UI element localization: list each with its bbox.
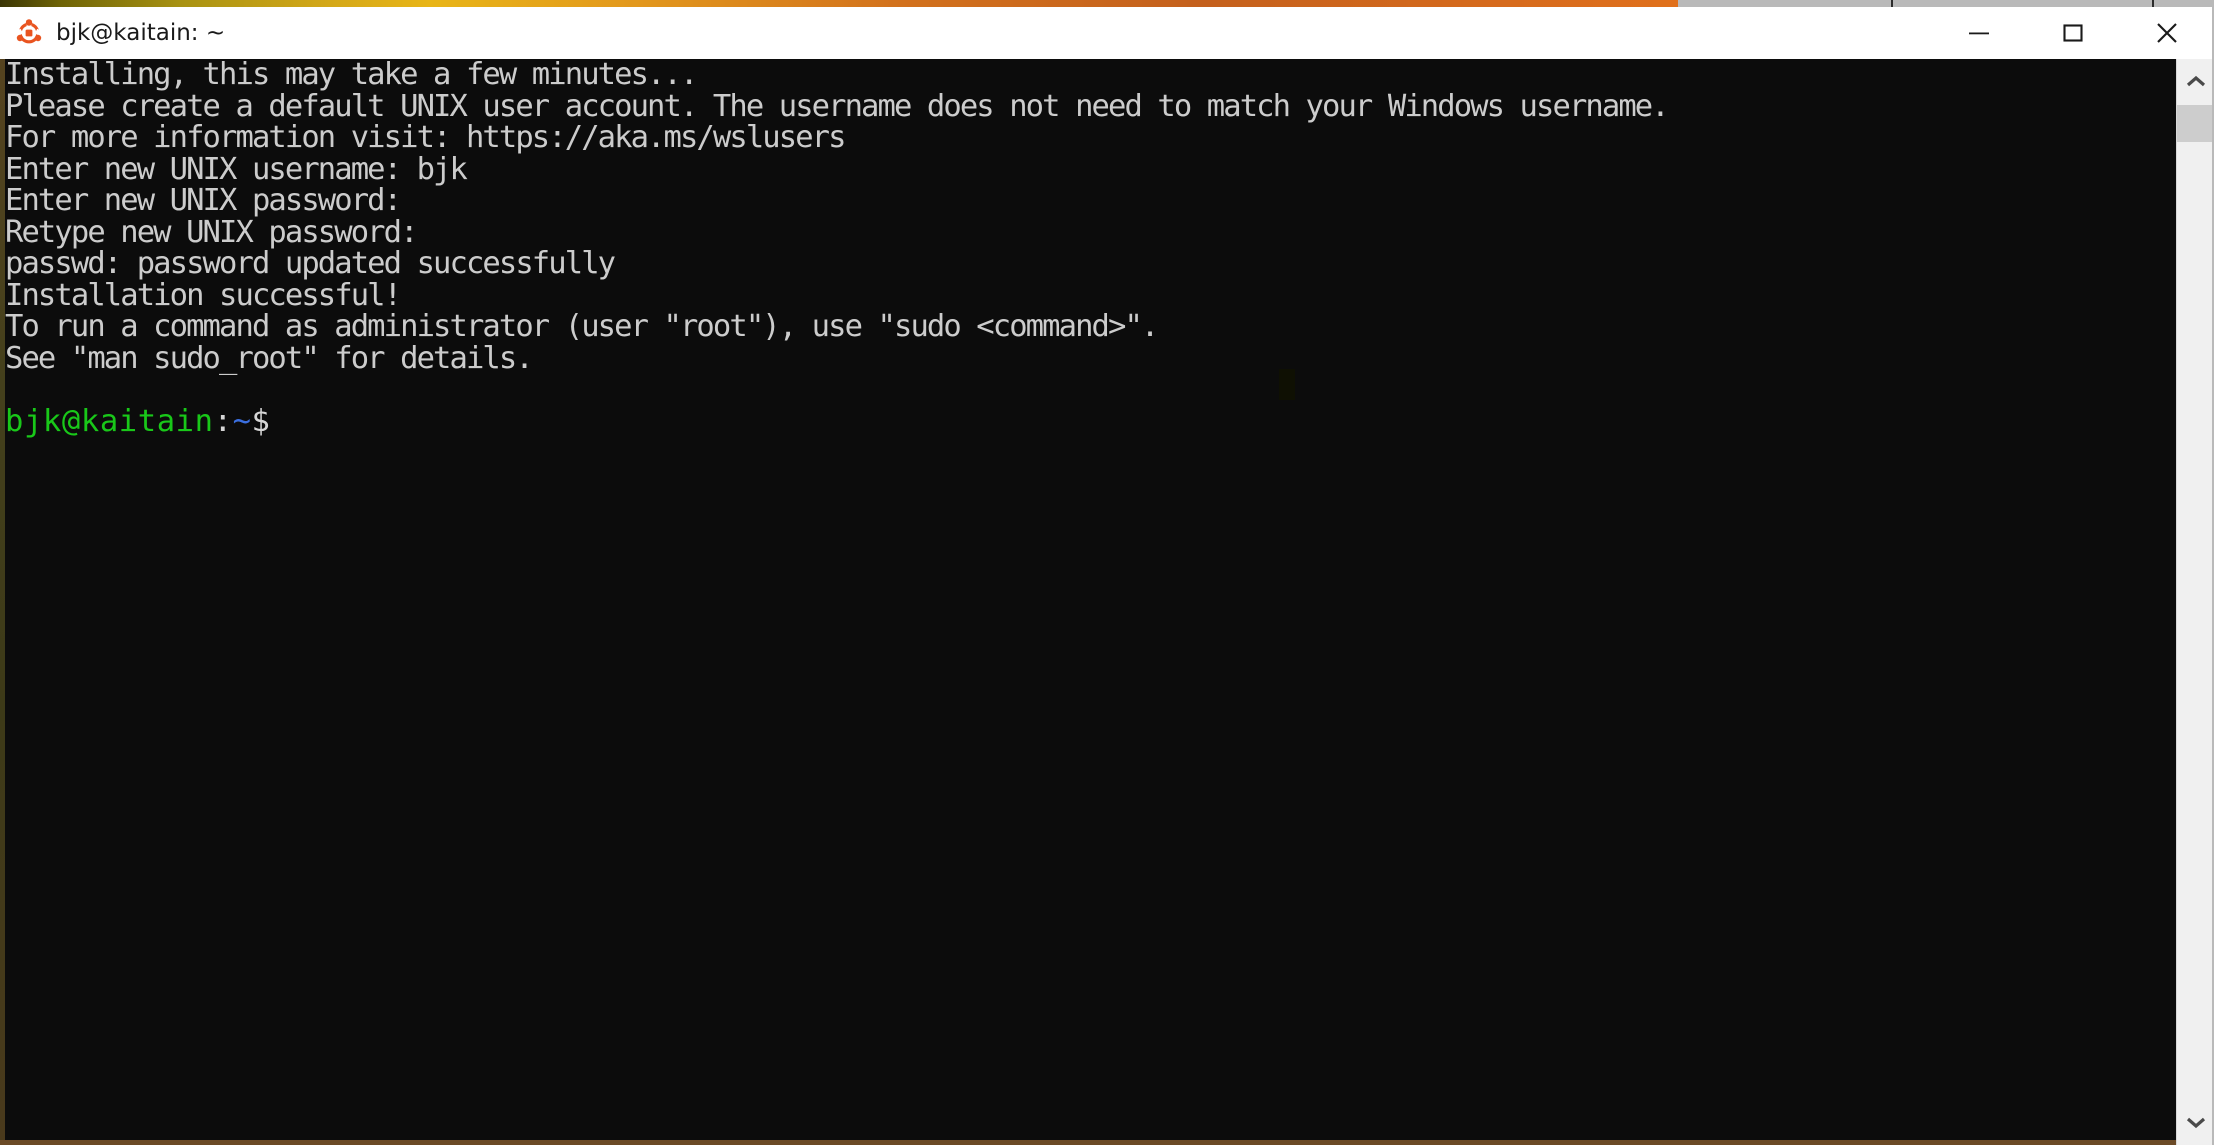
scrollbar-down-button[interactable]: [2177, 1099, 2214, 1145]
terminal-line: passwd: password updated successfully: [5, 246, 616, 281]
terminal-line: Installation successful!: [5, 277, 402, 313]
prompt-user-host: bjk@kaitain: [5, 403, 214, 439]
maximize-icon: [2063, 24, 2083, 42]
prompt-path: ~: [232, 403, 252, 439]
scrollbar-up-button[interactable]: [2177, 59, 2214, 105]
strip-tick-mark: [1891, 0, 1893, 7]
accent-strip-gradient: [0, 0, 1678, 7]
chevron-up-icon: [2186, 75, 2206, 87]
ubuntu-logo-icon: [14, 18, 44, 48]
prompt-sigil: $: [251, 403, 271, 439]
title-bar[interactable]: bjk@kaitain: ~: [0, 7, 2214, 59]
residual-cursor-artifact: [1279, 369, 1295, 400]
prompt-colon: :: [213, 403, 233, 439]
chevron-down-icon: [2186, 1117, 2206, 1129]
close-button[interactable]: [2120, 7, 2214, 59]
minimize-button[interactable]: [1932, 7, 2026, 59]
title-bar-left: bjk@kaitain: ~: [0, 18, 1932, 48]
terminal-bottom-border: [0, 1140, 2176, 1145]
terminal-line: Please create a default UNIX user accoun…: [5, 88, 1670, 124]
terminal-output: Installing, this may take a few minutes.…: [5, 59, 2176, 437]
window-controls: [1932, 7, 2214, 59]
terminal-line: To run a command as administrator (user …: [5, 309, 1159, 344]
terminal-line: Installing, this may take a few minutes.…: [5, 59, 698, 92]
terminal-area: Installing, this may take a few minutes.…: [0, 59, 2214, 1145]
minimize-icon: [1969, 32, 1989, 35]
close-icon: [2157, 23, 2177, 43]
window-title: bjk@kaitain: ~: [56, 20, 226, 46]
scrollbar-thumb[interactable]: [2177, 105, 2214, 142]
terminal-line: See "man sudo_root" for details.: [5, 340, 534, 376]
vertical-scrollbar[interactable]: [2176, 59, 2214, 1145]
maximize-button[interactable]: [2026, 7, 2120, 59]
window-top-accent-strip: [0, 0, 2214, 7]
terminal-line: Retype new UNIX password:: [5, 214, 418, 250]
terminal-window: bjk@kaitain: ~ Installing, this may take…: [0, 7, 2214, 1145]
terminal-line: For more information visit: https://aka.…: [5, 120, 846, 155]
shell-prompt-line[interactable]: bjk@kaitain:~$: [5, 403, 2176, 439]
terminal-line: Enter new UNIX username: bjk: [5, 151, 468, 187]
terminal-screen[interactable]: Installing, this may take a few minutes.…: [5, 59, 2176, 1145]
accent-strip-remainder: [1678, 0, 2214, 7]
scrollbar-track[interactable]: [2177, 105, 2214, 1099]
strip-tick-mark: [2152, 0, 2154, 7]
terminal-line: Enter new UNIX password:: [5, 183, 402, 218]
